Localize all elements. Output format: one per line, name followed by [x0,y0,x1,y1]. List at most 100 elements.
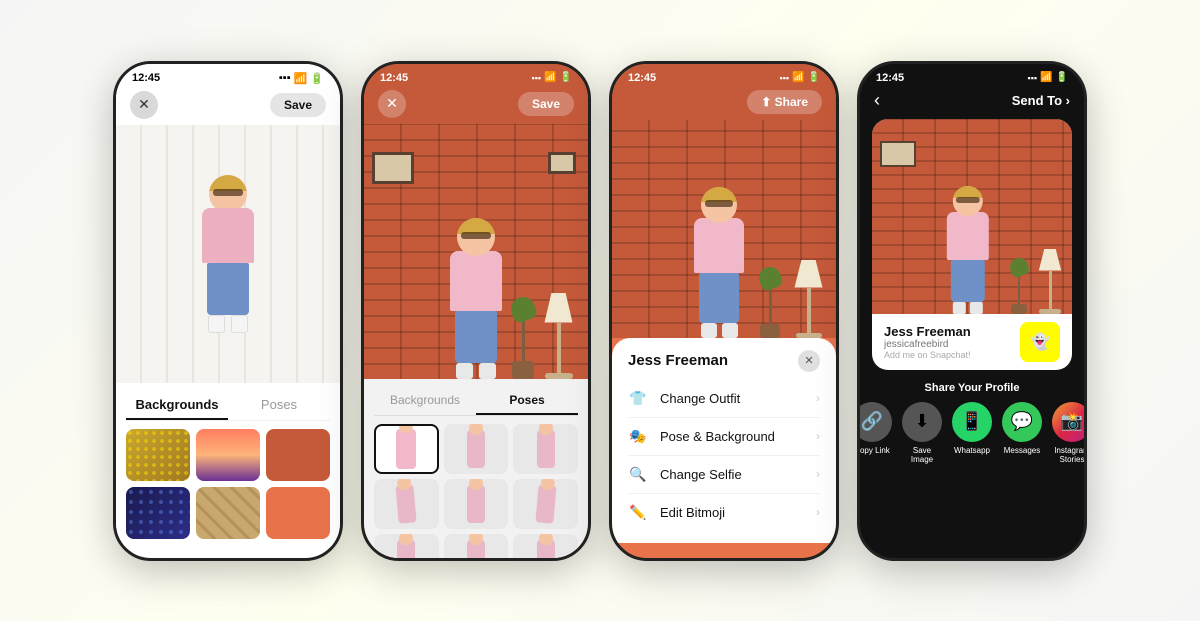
menu-item-pose-background[interactable]: 🎭 Pose & Background › [628,418,820,456]
send-to-button[interactable]: Send To › [1012,93,1070,108]
bg-thumb-dots[interactable] [126,429,190,481]
phone3-bitmoji [694,187,744,338]
backgrounds-grid [126,429,330,539]
bg-thumb-night[interactable] [126,487,190,539]
card-info: Jess Freeman jessicafreebird Add me on S… [872,314,1072,370]
instagram-label: Instagram Stories [1052,446,1084,465]
card-lamp [1036,249,1064,314]
phone4-time: 12:45 [876,72,904,84]
menu-item-change-selfie[interactable]: 🔍 Change Selfie › [628,456,820,494]
pose-bg-label: Pose & Background [660,429,804,444]
phone2-close-button[interactable]: ✕ [378,90,406,118]
copy-link-label: Copy Link [860,446,890,456]
pose-2[interactable] [444,424,509,474]
phone1-status-icons: ▪▪▪ 📶 🔋 [279,72,324,85]
scene: 12:45 ▪▪▪ 📶 🔋 ✕ Save [0,0,1200,621]
phone2-bitmoji [450,218,502,379]
bitmoji-label: Edit Bitmoji [660,505,804,520]
signal-icon4: ▪▪▪ [1028,73,1038,83]
signal-icon2: ▪▪▪ [532,73,542,83]
phone3-brick-bg [612,120,836,338]
selfie-chevron: › [816,467,820,481]
signal-icon3: ▪▪▪ [780,73,790,83]
card-frame [880,141,916,167]
phone2-status-icons: ▪▪▪ 📶 🔋 [532,72,572,83]
battery-icon2: 🔋 [560,72,572,83]
phone3-share-button[interactable]: ⬆ Share [747,90,822,114]
share-messages[interactable]: 💬 Messages [1002,402,1042,465]
plant3 [759,267,781,338]
menu-item-change-outfit[interactable]: 👕 Change Outfit › [628,380,820,418]
phone1-backgrounds-tab[interactable]: Backgrounds [126,391,228,420]
phone2-backgrounds-tab[interactable]: Backgrounds [374,387,476,415]
pose-7[interactable] [374,534,439,558]
battery-icon4: 🔋 [1056,72,1068,83]
share-instagram[interactable]: 📸 Instagram Stories [1052,402,1084,465]
snapchat-qr-icon: 👻 [1020,322,1060,362]
selfie-label: Change Selfie [660,467,804,482]
battery-icon3: 🔋 [808,72,820,83]
save-image-icon: ⬇ [902,402,942,442]
messages-icon: 💬 [1002,402,1042,442]
share-profile-label: Share Your Profile [860,382,1084,394]
pose-4[interactable] [374,479,439,529]
whatsapp-label: Whatsapp [954,446,990,456]
bg-thumb-sunset[interactable] [196,429,260,481]
share-whatsapp[interactable]: 📱 Whatsapp [952,402,992,465]
bitmoji-icon: ✏️ [628,504,648,521]
pose-3[interactable] [513,424,578,474]
plant [508,297,538,379]
poses-panel: Backgrounds Poses [364,379,588,558]
outfit-label: Change Outfit [660,391,804,406]
phone2-poses-tab[interactable]: Poses [476,387,578,415]
share-close-button[interactable]: ✕ [798,350,820,372]
phone3-status-icons: ▪▪▪ 📶 🔋 [780,72,820,83]
share-icons-row: 🔗 Copy Link ⬇ Save Image 📱 Whatsapp 💬 Me… [860,402,1084,465]
phone1-close-button[interactable]: ✕ [130,91,158,119]
menu-item-edit-bitmoji[interactable]: ✏️ Edit Bitmoji › [628,494,820,531]
card-plant [1010,258,1028,314]
wifi-icon: 📶 [294,72,308,85]
bg-thumb-leopard[interactable] [196,487,260,539]
copy-link-icon: 🔗 [860,402,892,442]
phone-1: 12:45 ▪▪▪ 📶 🔋 ✕ Save [113,61,343,561]
card-handle: jessicafreebird [884,339,971,350]
share-copy-link[interactable]: 🔗 Copy Link [860,402,892,465]
poses-grid [374,424,578,558]
card-bitmoji [947,186,989,314]
pose-9[interactable] [513,534,578,558]
signal-icon: ▪▪▪ [279,72,291,84]
bg-thumb-orange[interactable] [266,487,330,539]
card-username: Jess Freeman [884,324,971,339]
card-add-me: Add me on Snapchat! [884,350,971,360]
phone2-time: 12:45 [380,72,408,84]
phone4-status-icons: ▪▪▪ 📶 🔋 [1028,72,1068,83]
back-button[interactable]: ‹ [874,90,880,111]
save-image-label: Save Image [902,446,942,465]
phone2-save-button[interactable]: Save [518,92,574,116]
messages-label: Messages [1004,446,1040,456]
pose-icon: 🎭 [628,428,648,445]
pose-5[interactable] [444,479,509,529]
wifi-icon4: 📶 [1040,72,1052,83]
battery-icon: 🔋 [310,72,324,85]
phone-2: 12:45 ▪▪▪ 📶 🔋 ✕ Save [361,61,591,561]
share-save-image[interactable]: ⬇ Save Image [902,402,942,465]
whatsapp-icon: 📱 [952,402,992,442]
bitmoji-chevron: › [816,505,820,519]
phone1-poses-tab[interactable]: Poses [228,391,330,420]
outfit-icon: 👕 [628,390,648,407]
phone1-time: 12:45 [132,72,160,84]
pose-selected[interactable] [374,424,439,474]
pose-6[interactable] [513,479,578,529]
bg-thumb-brick[interactable] [266,429,330,481]
card-brick-bg [872,119,1072,314]
lamp [541,293,576,379]
share-panel-title: Jess Freeman [628,352,728,369]
phone1-save-button[interactable]: Save [270,93,326,117]
pose-8[interactable] [444,534,509,558]
instagram-icon: 📸 [1052,402,1084,442]
frame-right [548,152,576,174]
phone-3: 12:45 ▪▪▪ 📶 🔋 ⬆ Share [609,61,839,561]
wifi-icon3: 📶 [792,72,804,83]
